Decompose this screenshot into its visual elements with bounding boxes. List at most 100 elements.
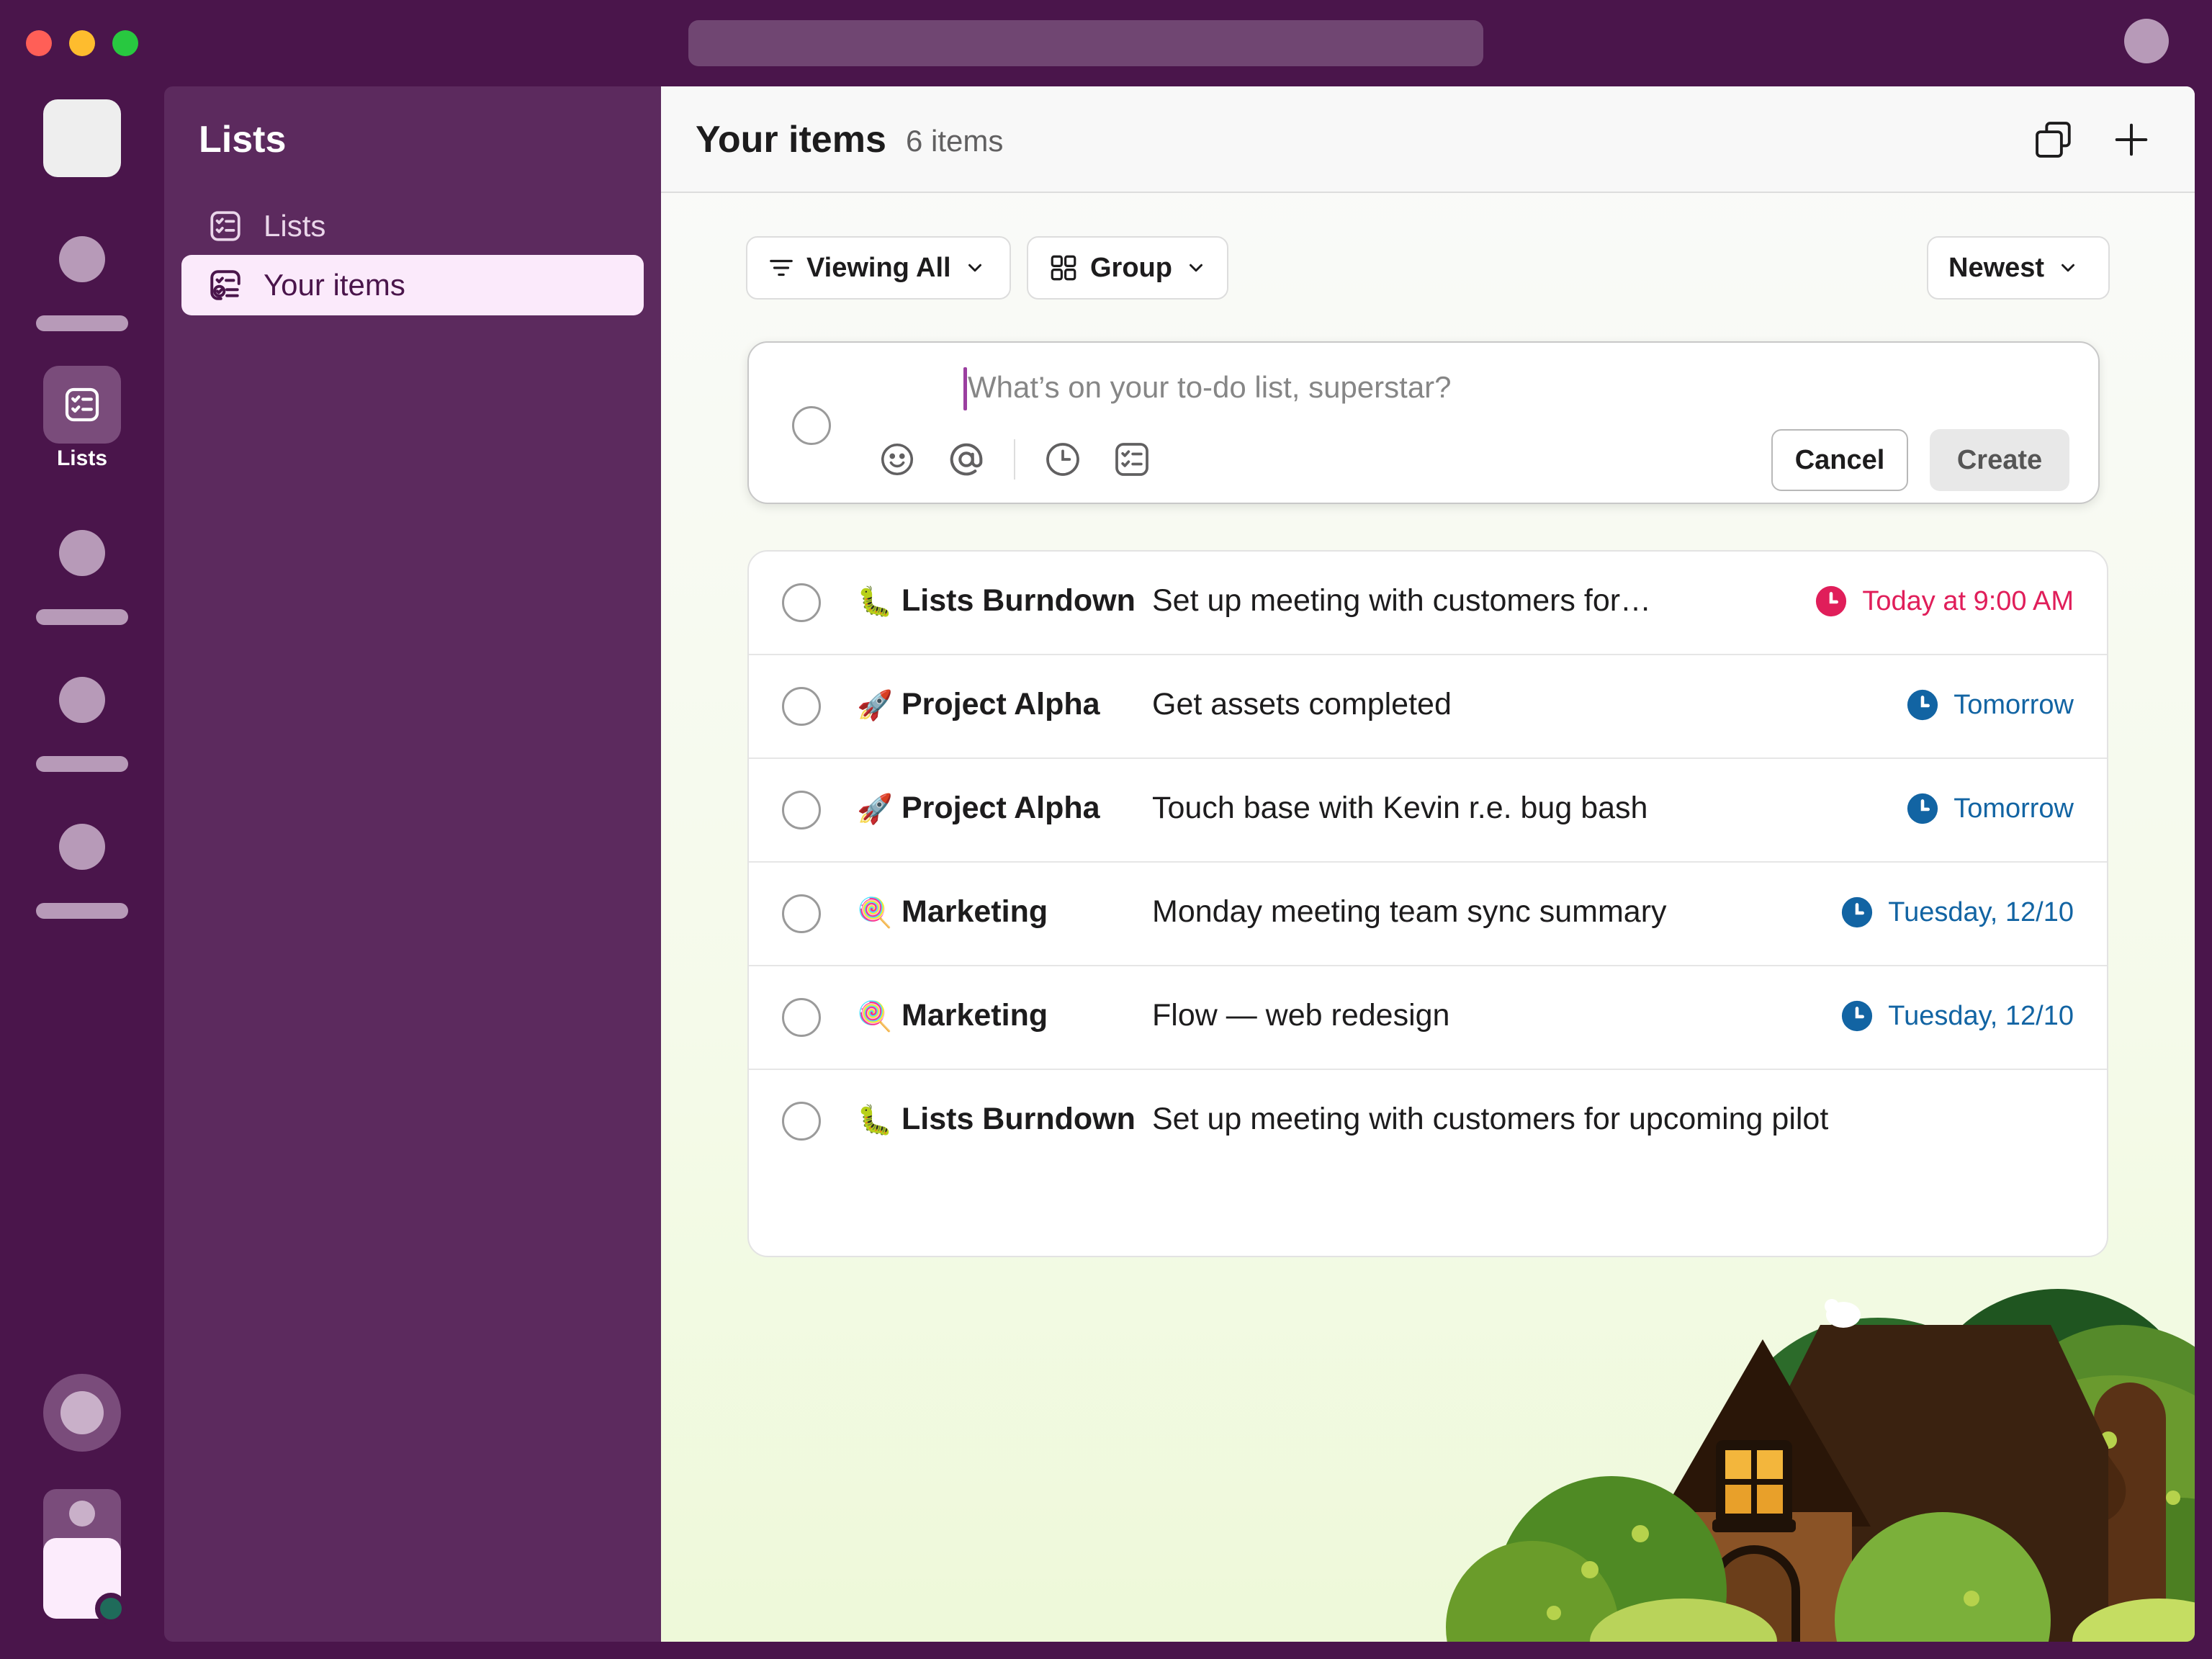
item-checkbox[interactable] [782,583,821,622]
plus-icon [2115,123,2148,156]
viewing-filter-label: Viewing All [806,252,951,283]
list-item[interactable]: 🐛 Lists Burndown Set up meeting with cus… [749,1070,2107,1174]
clock-icon [1906,792,1939,825]
user-avatar[interactable] [2124,19,2169,63]
rail-item-placeholder-3[interactable] [59,677,105,723]
rail-label-placeholder-4 [36,903,128,919]
search-bar[interactable] [688,20,1483,66]
main-panel: Your items 6 items Viewing All Group New… [661,86,2195,1642]
new-window-icon [2036,122,2071,158]
rail-item-lists[interactable] [43,366,121,444]
sidebar-title: Lists [199,119,287,161]
list-emoji: 🐛 [857,586,893,618]
sidebar-item-lists[interactable]: Lists [181,196,644,256]
sidebar-item-label: Your items [264,268,405,302]
main-header: Your items 6 items [661,86,2195,193]
clock-icon [1840,999,1874,1033]
viewing-filter-button[interactable]: Viewing All [746,236,1011,300]
placeholder-circle [60,1391,104,1434]
emoji-button[interactable] [876,438,919,481]
list-name: Lists Burndown [902,583,1136,618]
mention-icon [950,443,983,476]
list-name: Marketing [902,998,1048,1033]
sort-label: Newest [1948,252,2045,283]
checklist-button[interactable] [1110,438,1154,481]
create-button[interactable]: Create [1930,429,2069,491]
sidebar-item-label: Lists [264,209,326,243]
rail-item-placeholder-1[interactable] [59,236,105,282]
task-title: Get assets completed [1152,687,1452,721]
clock-icon [1815,585,1848,618]
add-workspace-button[interactable] [43,1374,121,1452]
item-checkbox[interactable] [782,998,821,1037]
task-title: Monday meeting team sync summary [1152,894,1667,929]
status-indicator [95,1593,127,1624]
list-item[interactable]: 🍭 Marketing Monday meeting team sync sum… [749,863,2107,966]
add-item-button[interactable] [2110,118,2153,161]
due-date: Tomorrow [1906,792,2074,825]
list-emoji: 🐛 [857,1105,893,1136]
list-item[interactable]: 🐛 Lists Burndown Set up meeting with cus… [749,552,2107,655]
item-checkbox[interactable] [782,1102,821,1141]
item-checkbox[interactable] [782,687,821,726]
list-emoji: 🚀 [857,690,893,721]
clock-icon [1840,896,1874,929]
due-date: Today at 9:00 AM [1815,585,2074,618]
item-list: 🐛 Lists Burndown Set up meeting with cus… [747,550,2108,1257]
close-window-button[interactable] [26,30,52,56]
composer-checkbox[interactable] [792,406,831,445]
rail-item-placeholder-4[interactable] [59,824,105,870]
item-checkbox[interactable] [782,791,821,830]
rail-label-placeholder-1 [36,315,128,331]
due-date-label: Tomorrow [1954,689,2074,720]
sidebar-item-your-items[interactable]: Your items [181,255,644,315]
checklist-icon [65,387,99,422]
composer-input[interactable]: What’s on your to-do list, superstar? [968,370,1452,405]
checklist-icon [1115,443,1148,476]
maximize-window-button[interactable] [112,30,138,56]
new-item-composer[interactable]: What’s on your to-do list, superstar? Ca… [747,341,2100,504]
list-item[interactable]: 🚀 Project Alpha Touch base with Kevin r.… [749,759,2107,863]
due-date: Tomorrow [1906,688,2074,721]
item-count: 6 items [906,124,1004,158]
list-emoji: 🚀 [857,793,893,825]
minimize-window-button[interactable] [69,30,95,56]
filter-icon [768,254,795,282]
list-emoji: 🍭 [857,897,893,929]
due-date-button[interactable] [1041,438,1084,481]
list-item[interactable]: 🚀 Project Alpha Get assets completed Tom… [749,655,2107,759]
profile-button[interactable] [43,1489,127,1624]
sidebar: Lists Lists Your items [164,86,661,1642]
list-name: Lists Burndown [902,1102,1136,1136]
rail-label-placeholder-3 [36,756,128,772]
list-emoji: 🍭 [857,1001,893,1033]
profile-dot [69,1501,95,1527]
rail-label-placeholder-2 [36,609,128,625]
emoji-icon [881,443,914,476]
list-name: Project Alpha [902,791,1100,825]
chevron-down-icon [964,257,986,279]
due-date-label: Tuesday, 12/10 [1888,896,2074,927]
grid-icon [1048,253,1079,283]
rail-item-placeholder-2[interactable] [59,530,105,576]
task-title: Set up meeting with customers for upcomi… [1152,1102,1829,1136]
list-icon [207,208,243,244]
task-title: Flow — web redesign [1152,998,1450,1033]
due-date-label: Tomorrow [1954,793,2074,824]
task-title: Touch base with Kevin r.e. bug bash [1152,791,1648,825]
mention-button[interactable] [945,438,988,481]
due-date-label: Tuesday, 12/10 [1888,1000,2074,1031]
item-checkbox[interactable] [782,894,821,933]
group-button[interactable]: Group [1027,236,1228,300]
list-item[interactable]: 🍭 Marketing Flow — web redesign Tuesday,… [749,966,2107,1070]
workspace-icon[interactable] [43,99,121,177]
your-items-icon [207,267,243,303]
due-date: Tuesday, 12/10 [1840,896,2074,929]
due-date: Tuesday, 12/10 [1840,999,2074,1033]
sort-button[interactable]: Newest [1927,236,2110,300]
cancel-button[interactable]: Cancel [1771,429,1908,491]
clock-icon [1046,443,1079,476]
toolbar-divider [1014,439,1015,480]
new-window-button[interactable] [2032,118,2075,161]
text-cursor [963,367,967,410]
